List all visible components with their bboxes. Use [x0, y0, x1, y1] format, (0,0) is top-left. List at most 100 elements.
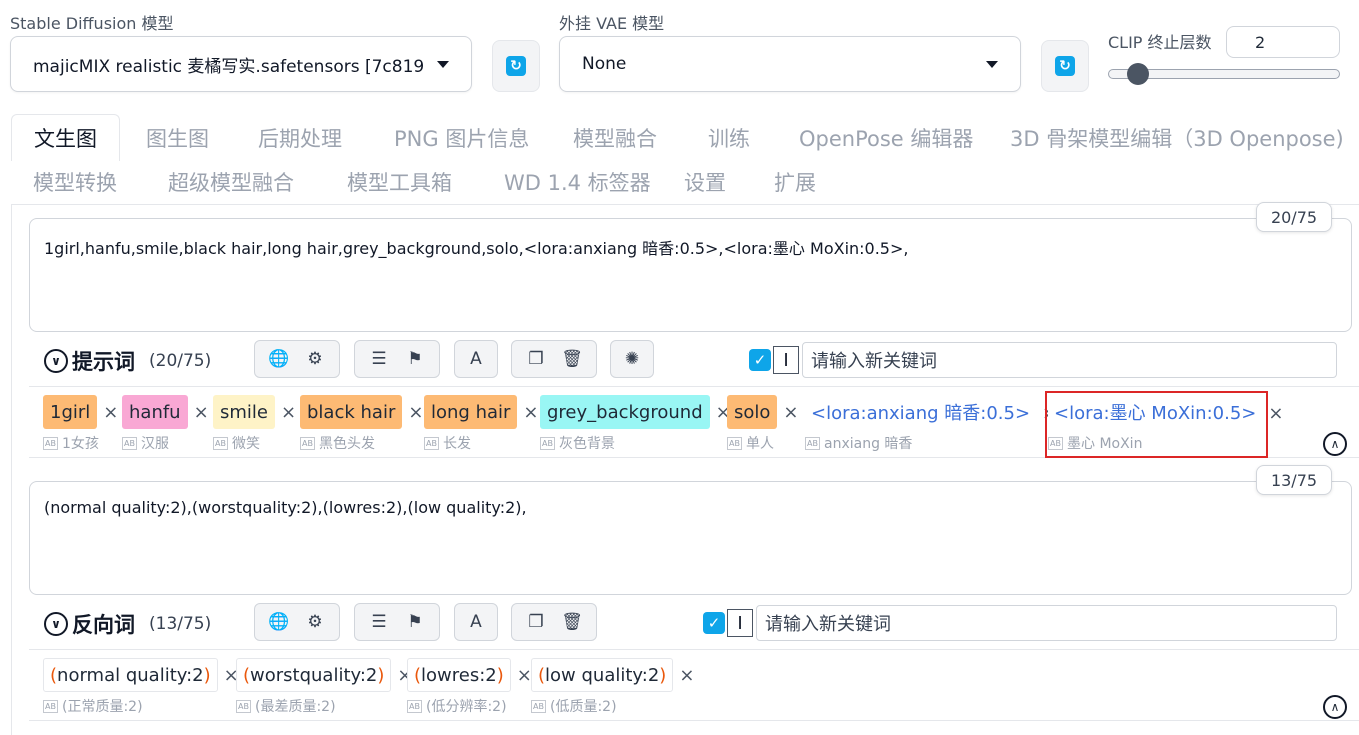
close-icon[interactable]: ×: [103, 402, 118, 423]
translate-icon: AB: [43, 699, 58, 713]
model-refresh-button[interactable]: ↻: [492, 40, 540, 92]
vae-refresh-button[interactable]: ↻: [1041, 40, 1089, 92]
tab-settings[interactable]: 设置: [684, 167, 726, 197]
gear-icon[interactable]: ⚙: [304, 611, 326, 633]
close-icon[interactable]: ×: [679, 665, 694, 686]
tag-label[interactable]: long hair: [424, 395, 518, 429]
tab-model-toolkit[interactable]: 模型工具箱: [347, 167, 452, 197]
negative-section-title[interactable]: ∨ 反向词 (13/75): [44, 609, 211, 639]
prompt-tag[interactable]: solo × AB 单人: [727, 395, 799, 453]
prompt-tag[interactable]: black hair × AB 黑色头发: [300, 395, 423, 453]
vae-dropdown[interactable]: None: [559, 36, 1021, 92]
close-icon[interactable]: ×: [783, 402, 798, 423]
negative-tag[interactable]: (worstquality:2) × AB (最差质量:2): [236, 658, 413, 716]
copy-icon[interactable]: ❐: [525, 348, 547, 370]
globe-icon[interactable]: 🌐: [268, 611, 290, 633]
paren-open: (: [414, 664, 422, 686]
negative-title-text: 反向词: [72, 613, 135, 637]
tag-label[interactable]: black hair: [300, 395, 403, 429]
close-icon[interactable]: ×: [194, 402, 209, 423]
prompt-collapse-button[interactable]: ∧: [1323, 432, 1347, 456]
history-icon[interactable]: ☰: [368, 348, 390, 370]
paren-close: ): [203, 664, 211, 686]
tag-label[interactable]: (normal quality:2): [43, 658, 218, 692]
prompt-tag[interactable]: hanfu × AB 汉服: [122, 395, 209, 453]
tag-label[interactable]: hanfu: [122, 395, 188, 429]
tab-txt2img[interactable]: 文生图: [11, 114, 120, 161]
prompt-tag[interactable]: smile × AB 微笑: [213, 395, 296, 453]
bookmark-icon[interactable]: ⚑: [404, 348, 426, 370]
tab-train[interactable]: 训练: [708, 123, 750, 153]
tab-extensions[interactable]: 扩展: [774, 167, 816, 197]
negative-keyword-input[interactable]: 请输入新关键词: [756, 605, 1337, 641]
prompt-tag[interactable]: 1girl × AB 1女孩: [43, 395, 118, 453]
prompt-toolgroup-5: ✺: [610, 340, 654, 378]
chevron-down-icon: ∨: [44, 349, 68, 373]
clip-number-input[interactable]: 2: [1226, 26, 1340, 58]
negative-tag[interactable]: (lowres:2) × AB (低分辨率:2): [407, 658, 532, 716]
copy-icon[interactable]: ❐: [525, 611, 547, 633]
negative-tag[interactable]: (low quality:2) × AB (低质量:2): [531, 658, 694, 716]
bookmark-icon[interactable]: ⚑: [404, 611, 426, 633]
tab-openpose[interactable]: OpenPose 编辑器: [799, 123, 973, 153]
negative-keyword-checkbox[interactable]: ✓: [703, 612, 725, 634]
tag-label[interactable]: <lora:墨心 MoXin:0.5>: [1048, 395, 1263, 429]
trash-icon[interactable]: 🗑: [561, 611, 583, 633]
history-icon[interactable]: ☰: [368, 611, 390, 633]
openai-icon[interactable]: ✺: [621, 348, 643, 370]
tab-3d-openpose[interactable]: 3D 骨架模型编辑（3D Openpose): [1010, 123, 1344, 153]
tag-label[interactable]: grey_background: [540, 395, 710, 429]
vae-label: 外挂 VAE 模型: [559, 14, 665, 33]
model-dropdown[interactable]: majicMIX realistic 麦橘写实.safetensors [7c8…: [10, 36, 472, 92]
negative-collapse-button[interactable]: ∧: [1323, 695, 1347, 719]
model-label: Stable Diffusion 模型: [10, 14, 174, 33]
close-icon[interactable]: ×: [408, 402, 423, 423]
tab-img2img[interactable]: 图生图: [146, 123, 209, 153]
tab-png-info[interactable]: PNG 图片信息: [394, 123, 529, 153]
prompt-tag[interactable]: grey_background × AB 灰色背景: [540, 395, 731, 453]
prompt-text: 1girl,hanfu,smile,black hair,long hair,g…: [44, 239, 909, 258]
tag-label[interactable]: (low quality:2): [531, 658, 674, 692]
tab-wd-tagger[interactable]: WD 1.4 标签器: [504, 167, 651, 197]
close-icon[interactable]: ×: [1268, 403, 1283, 424]
prompt-keyword-input[interactable]: 请输入新关键词: [802, 342, 1337, 378]
tab-extras[interactable]: 后期处理: [258, 123, 342, 153]
tab-super-merger[interactable]: 超级模型融合: [168, 167, 294, 197]
close-icon[interactable]: ×: [523, 402, 538, 423]
close-icon[interactable]: ×: [281, 402, 296, 423]
translate-icon[interactable]: A: [465, 348, 487, 370]
tag-translation: 汉服: [141, 436, 169, 452]
close-icon[interactable]: ×: [517, 665, 532, 686]
chevron-down-icon: ∨: [44, 612, 68, 636]
prompt-tag[interactable]: long hair × AB 长发: [424, 395, 539, 453]
tag-label[interactable]: (worstquality:2): [236, 658, 392, 692]
prompt-toolgroup-3: A: [454, 340, 498, 378]
paren-close: ): [659, 664, 667, 686]
trash-icon[interactable]: 🗑: [561, 348, 583, 370]
tag-translation: 墨心 MoXin: [1067, 436, 1143, 452]
negative-prompt-textarea[interactable]: (normal quality:2),(worstquality:2),(low…: [29, 481, 1352, 595]
globe-icon[interactable]: 🌐: [268, 348, 290, 370]
tag-translation: 灰色背景: [559, 436, 615, 452]
tag-label[interactable]: smile: [213, 395, 275, 429]
tag-label[interactable]: (lowres:2): [407, 658, 511, 692]
tab-model-convert[interactable]: 模型转换: [33, 167, 117, 197]
prompt-tag-lora[interactable]: <lora:anxiang 暗香:0.5>× ABanxiang 暗香: [805, 395, 1057, 453]
negative-count: (13/75): [149, 614, 212, 634]
clip-slider-handle[interactable]: [1127, 63, 1150, 85]
negative-tag[interactable]: (normal quality:2) × AB (正常质量:2): [43, 658, 239, 716]
tab-merge[interactable]: 模型融合: [573, 123, 657, 153]
tag-label[interactable]: 1girl: [43, 395, 98, 429]
tag-translation: 单人: [746, 436, 774, 452]
prompt-tag-lora-highlighted[interactable]: <lora:墨心 MoXin:0.5> × AB 墨心 MoXin: [1048, 395, 1283, 453]
tag-label[interactable]: <lora:anxiang 暗香:0.5>: [805, 395, 1037, 429]
prompt-section-title[interactable]: ∨ 提示词 (20/75): [44, 346, 211, 376]
prompt-textarea[interactable]: 1girl,hanfu,smile,black hair,long hair,g…: [29, 218, 1352, 332]
prompt-keyword-checkbox[interactable]: ✓: [749, 349, 771, 371]
translate-icon[interactable]: A: [465, 611, 487, 633]
prompt-token-counter: 20/75: [1256, 202, 1332, 232]
gear-icon[interactable]: ⚙: [304, 348, 326, 370]
tag-translation: (低质量:2): [550, 699, 617, 715]
tag-label[interactable]: solo: [727, 395, 778, 429]
translate-icon: AB: [300, 436, 315, 450]
